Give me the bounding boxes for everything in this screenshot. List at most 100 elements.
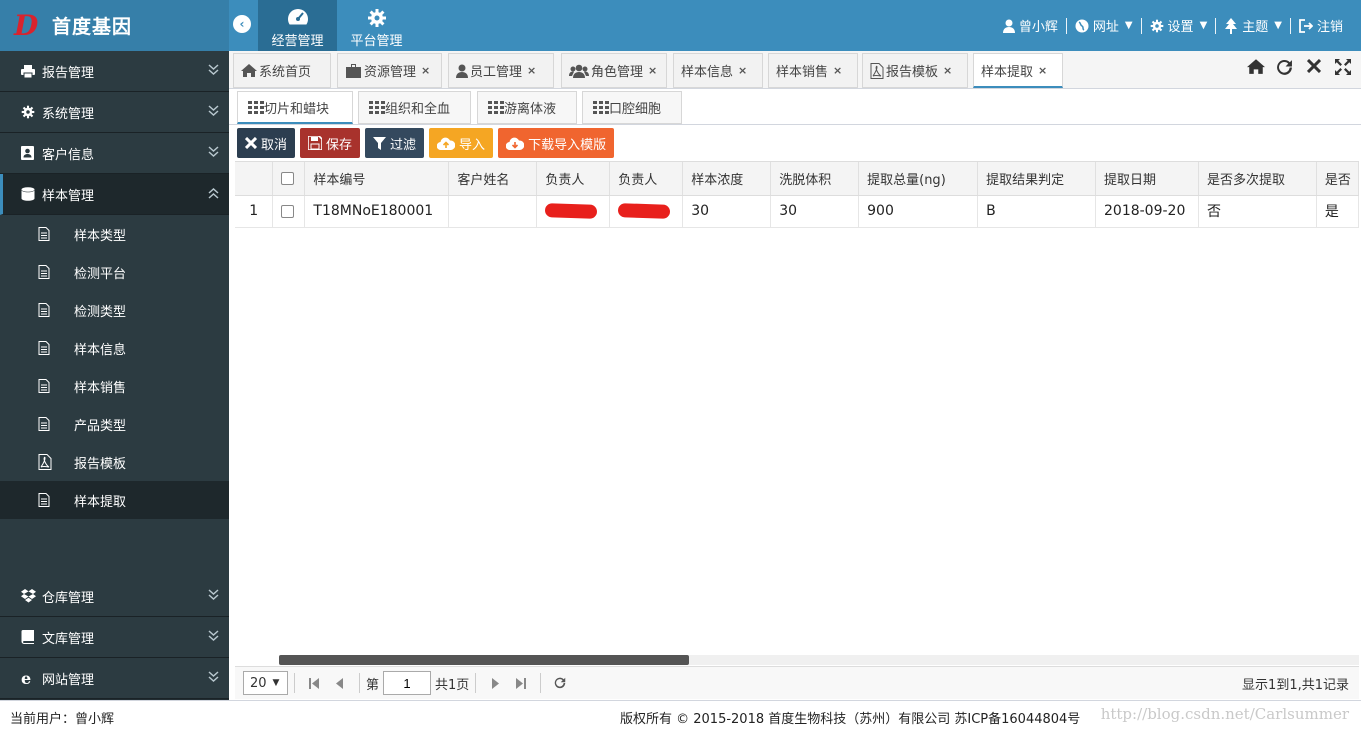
sidebar-item-sample-type[interactable]: 样本类型 [0,215,229,253]
close-icon[interactable]: × [833,64,842,77]
column-header[interactable]: 样本编号 [304,162,450,196]
subtab-slices-and-wax-blocks[interactable]: 切片和蜡块 [237,91,353,124]
table-cell[interactable]: 900 [858,195,979,228]
filter-button[interactable]: 过滤 [365,128,425,158]
first-page-button[interactable] [301,677,327,689]
sidebar-group-warehouse-management[interactable]: 仓库管理 [0,576,229,617]
download-template-button[interactable]: 下载导入模版 [498,128,615,158]
sidebar-item-label: 报告模板 [74,456,127,472]
sidebar-group-report-management[interactable]: 报告管理 [0,51,229,92]
column-header[interactable]: 客户姓名 [448,162,538,196]
pagination-bar: 20 ▼ 第 共1页 显示1到1,共1记录 [235,666,1359,699]
users-icon [569,64,589,78]
column-header[interactable]: 负责人 [536,162,611,196]
table-cell[interactable]: B [977,195,1096,228]
tab-resource-management[interactable]: 资源管理 × [337,53,442,88]
import-button[interactable]: 导入 [429,128,494,158]
row-checkbox[interactable] [272,195,306,228]
column-header[interactable]: 样本浓度 [682,162,772,196]
close-icon[interactable]: × [1038,64,1047,77]
prev-page-button[interactable] [327,677,353,689]
column-header[interactable]: 洗脱体积 [770,162,860,196]
reload-button[interactable] [547,677,573,689]
logo-mark: D [14,9,39,42]
last-page-button[interactable] [508,677,534,689]
tab-label: 角色管理 [591,65,644,80]
home-icon [241,64,257,77]
close-icon[interactable]: × [421,64,430,77]
subtab-oral-cells[interactable]: 口腔细胞 [582,91,682,124]
next-page-button[interactable] [482,677,508,689]
home-icon[interactable] [1241,59,1270,76]
module-business-management[interactable]: 经营管理 [258,0,337,51]
close-all-icon[interactable] [1299,59,1328,76]
sidebar-toggle-button[interactable]: ‹ [233,15,251,33]
tab-report-template[interactable]: 报告模板 × [862,53,968,88]
sidebar-item-test-platform[interactable]: 检测平台 [0,253,229,291]
subtab-label: 切片和蜡块 [264,101,330,117]
sidebar-group-library-management[interactable]: 文库管理 [0,617,229,658]
sidebar-group-system-management[interactable]: 系统管理 [0,92,229,133]
cloud-upload-icon [437,137,456,150]
sidebar-item-report-template[interactable]: 报告模板 [0,443,229,481]
select-all-checkbox[interactable] [272,162,306,196]
tab-sample-info[interactable]: 样本信息 × [673,53,763,88]
tab-label: 系统首页 [259,65,312,80]
column-header[interactable]: 是否多次提取 [1198,162,1317,196]
column-header[interactable]: 提取结果判定 [977,162,1096,196]
table-cell[interactable]: 否 [1198,195,1317,228]
table-cell[interactable] [448,195,538,228]
horizontal-scrollbar[interactable] [279,655,1359,665]
table-cell-redacted[interactable] [609,195,684,228]
close-icon[interactable]: × [648,64,657,77]
table-cell[interactable]: T18MNoE180001 [304,195,450,228]
fullscreen-icon[interactable] [1328,59,1357,76]
tab-role-management[interactable]: 角色管理 × [561,53,667,88]
table-cell[interactable]: 是 [1316,195,1359,228]
website-menu[interactable]: 网址 ▼ [1067,16,1141,35]
tab-staff-management[interactable]: 员工管理 × [448,53,554,88]
brand-logo[interactable]: D 首度基因 [0,0,229,51]
document-icon [38,227,74,241]
sidebar-item-sample-info[interactable]: 样本信息 [0,329,229,367]
close-icon[interactable]: × [943,64,952,77]
sidebar-item-test-type[interactable]: 检测类型 [0,291,229,329]
column-header[interactable]: 提取总量(ng) [858,162,979,196]
filter-icon [373,136,387,150]
document-icon [38,265,74,279]
module-platform-management[interactable]: 平台管理 [337,0,416,51]
table-row[interactable]: 1 T18MNoE180001 30 30 900 B 2018-09-20 否… [235,195,1359,228]
theme-menu[interactable]: 主题 ▼ [1216,16,1290,35]
logout-button[interactable]: 注销 [1291,16,1351,35]
tab-sample-extraction[interactable]: 样本提取 × [973,53,1063,88]
table-cell-redacted[interactable] [536,195,611,228]
refresh-icon[interactable] [1270,59,1299,76]
table-cell[interactable]: 2018-09-20 [1095,195,1199,228]
tab-system-home[interactable]: 系统首页 [233,53,331,88]
table-cell[interactable]: 30 [770,195,860,228]
column-header[interactable]: 是否 [1316,162,1359,196]
cancel-button[interactable]: 取消 [237,128,296,158]
close-icon[interactable]: × [738,64,747,77]
sidebar-group-sample-management[interactable]: 样本管理 [0,174,229,215]
sidebar-item-sample-sales[interactable]: 样本销售 [0,367,229,405]
sidebar-group-website-management[interactable]: e 网站管理 [0,658,229,699]
close-icon[interactable]: × [527,64,536,77]
subtab-free-body-fluid[interactable]: 游离体液 [477,91,577,124]
sidebar-item-sample-extraction[interactable]: 样本提取 [0,481,229,519]
sidebar-item-product-type[interactable]: 产品类型 [0,405,229,443]
sidebar-group-customer-info[interactable]: 客户信息 [0,133,229,174]
save-button[interactable]: 保存 [300,128,361,158]
scrollbar-thumb[interactable] [279,655,689,665]
settings-menu[interactable]: 设置 ▼ [1142,16,1216,35]
column-header[interactable]: 负责人 [609,162,684,196]
tab-sample-sales[interactable]: 样本销售 × [768,53,858,88]
subtab-tissue-and-whole-blood[interactable]: 组织和全血 [358,91,471,124]
page-size-select[interactable]: 20 ▼ [243,671,288,695]
page-number-input[interactable] [383,671,432,695]
user-icon [1002,19,1015,33]
user-menu[interactable]: 曾小辉 [995,16,1066,35]
close-icon [245,137,257,149]
column-header[interactable]: 提取日期 [1095,162,1199,196]
table-cell[interactable]: 30 [682,195,772,228]
